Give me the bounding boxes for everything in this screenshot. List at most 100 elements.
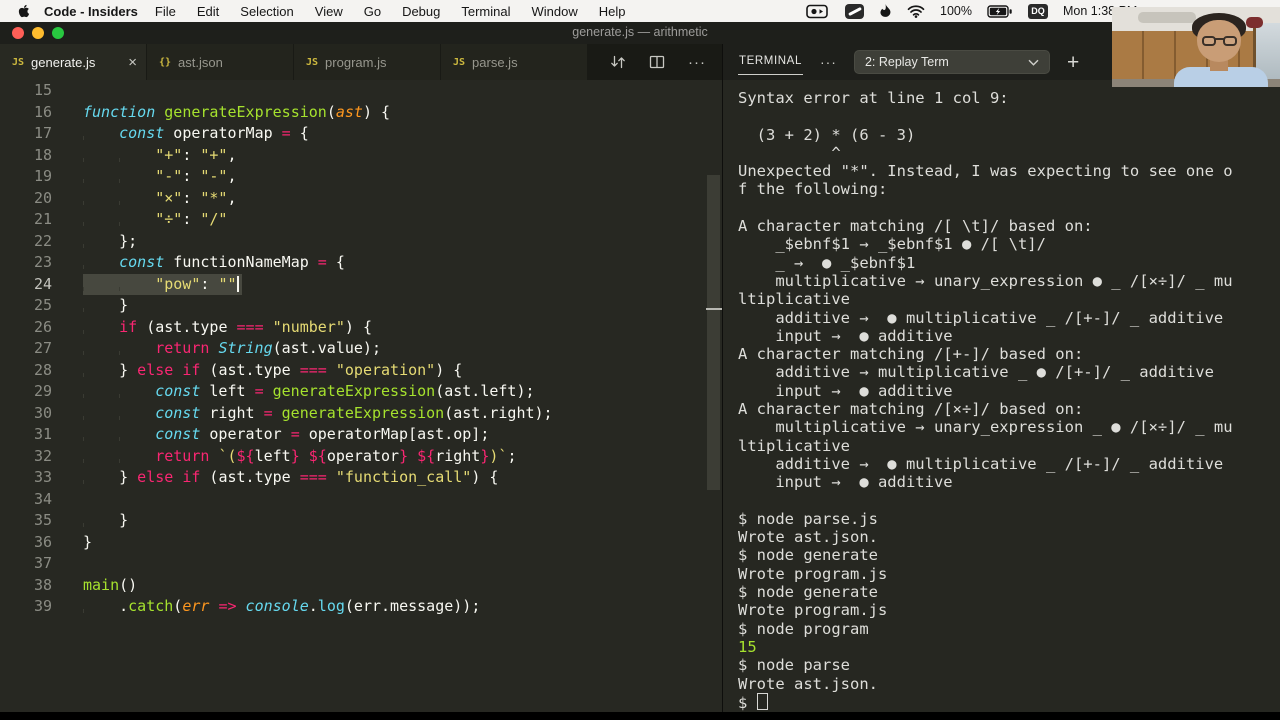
terminal-instance-dropdown[interactable]: 2: Replay Term — [854, 50, 1050, 74]
menu-item-go[interactable]: Go — [364, 4, 381, 19]
menu-item-help[interactable]: Help — [599, 4, 626, 19]
code-line-content: } else if (ast.type === "operation") { — [83, 360, 462, 382]
gutter-line-number[interactable]: 31 — [0, 424, 52, 446]
code-line-content: if (ast.type === "number") { — [83, 317, 372, 339]
code-line[interactable]: 25} — [0, 295, 706, 317]
terminal-panel-tab[interactable]: TERMINAL — [738, 50, 803, 75]
gutter-line-number[interactable]: 17 — [0, 123, 52, 145]
code-line[interactable]: 35} — [0, 510, 706, 532]
gutter-line-number[interactable]: 16 — [0, 102, 52, 124]
gutter-line-number[interactable]: 38 — [0, 575, 52, 597]
code-editor[interactable]: 1516function generateExpression(ast) {17… — [0, 80, 706, 712]
code-line[interactable]: 32return `(${left} ${operator} ${right})… — [0, 446, 706, 468]
gutter-line-number[interactable]: 20 — [0, 188, 52, 210]
gutter-line-number[interactable]: 24 — [0, 274, 52, 296]
terminal-line: additive → multiplicative _ ● /[+-]/ _ a… — [738, 363, 1280, 381]
dq-menu-badge[interactable]: DQ — [1028, 4, 1048, 19]
code-line[interactable]: 28 } else if (ast.type === "operation") { — [0, 360, 706, 382]
menu-item-edit[interactable]: Edit — [197, 4, 219, 19]
terminal-line: multiplicative → unary_expression ● _ /[… — [738, 272, 1280, 290]
tab-generate.js[interactable]: JSgenerate.js× — [0, 44, 146, 80]
gutter-line-number[interactable]: 34 — [0, 489, 52, 511]
menu-item-debug[interactable]: Debug — [402, 4, 440, 19]
gutter-line-number[interactable]: 15 — [0, 80, 52, 102]
terminal-more-actions-icon[interactable]: ··· — [820, 54, 837, 70]
editor-scrollbar[interactable] — [706, 80, 722, 712]
open-changes-icon[interactable] — [610, 54, 626, 70]
gutter-line-number[interactable]: 18 — [0, 145, 52, 167]
gutter-line-number[interactable]: 30 — [0, 403, 52, 425]
code-line[interactable]: 34 — [0, 489, 706, 511]
code-line-content: } — [83, 295, 128, 317]
battery-charging-icon[interactable] — [987, 5, 1013, 18]
gutter-line-number[interactable]: 39 — [0, 596, 52, 618]
more-actions-icon[interactable]: ··· — [688, 54, 706, 71]
app-menu-title[interactable]: Code - Insiders — [44, 4, 138, 19]
menu-item-window[interactable]: Window — [532, 4, 578, 19]
code-line[interactable]: 31const operator = operatorMap[ast.op]; — [0, 424, 706, 446]
code-line[interactable]: 19"-": "-", — [0, 166, 706, 188]
menu-item-terminal[interactable]: Terminal — [461, 4, 510, 19]
terminal-line: A character matching /[ \t]/ based on: — [738, 217, 1280, 235]
menu-item-view[interactable]: View — [315, 4, 343, 19]
gutter-line-number[interactable]: 33 — [0, 467, 52, 489]
code-line[interactable]: 24"pow": "" — [0, 274, 706, 296]
apple-menu-icon[interactable] — [18, 4, 30, 18]
code-line[interactable]: 37 — [0, 553, 706, 575]
scrollbar-thumb[interactable] — [707, 175, 720, 490]
gutter-line-number[interactable]: 22 — [0, 231, 52, 253]
menu-item-selection[interactable]: Selection — [240, 4, 293, 19]
code-line[interactable]: 15 — [0, 80, 706, 102]
code-line[interactable]: 21"÷": "/" — [0, 209, 706, 231]
menu-item-file[interactable]: File — [155, 4, 176, 19]
webcam-shelf-decor — [1246, 17, 1263, 28]
gutter-line-number[interactable]: 21 — [0, 209, 52, 231]
tab-program.js[interactable]: JSprogram.js — [294, 44, 440, 80]
code-line-content: .catch(err => console.log(err.message)); — [83, 596, 480, 618]
close-tab-icon[interactable]: × — [128, 55, 137, 70]
tab-ast.json[interactable]: {}ast.json — [147, 44, 293, 80]
gutter-line-number[interactable]: 35 — [0, 510, 52, 532]
new-terminal-icon[interactable]: + — [1067, 52, 1079, 73]
gutter-line-number[interactable]: 23 — [0, 252, 52, 274]
js-file-icon: JS — [306, 57, 318, 68]
tab-parse.js[interactable]: JSparse.js — [441, 44, 587, 80]
code-line[interactable]: 38main() — [0, 575, 706, 597]
tab-label: parse.js — [472, 55, 578, 70]
gutter-line-number[interactable]: 32 — [0, 446, 52, 468]
gutter-line-number[interactable]: 36 — [0, 532, 52, 554]
split-editor-icon[interactable] — [649, 54, 665, 70]
screen-recording-icon[interactable] — [806, 4, 830, 19]
gutter-line-number[interactable]: 27 — [0, 338, 52, 360]
gutter-line-number[interactable]: 37 — [0, 553, 52, 575]
code-line[interactable]: 29 const left = generateExpression(ast.le… — [0, 381, 706, 403]
code-line[interactable]: 26 if (ast.type === "number") { — [0, 317, 706, 339]
gutter-line-number[interactable]: 26 — [0, 317, 52, 339]
flame-icon[interactable] — [879, 3, 892, 19]
code-line[interactable]: 22}; — [0, 231, 706, 253]
terminal-line: ltiplicative — [738, 437, 1280, 455]
code-line[interactable]: 39 .catch(err => console.log(err.message)… — [0, 596, 706, 618]
code-line[interactable]: 27return String(ast.value); — [0, 338, 706, 360]
code-line-content: const left = generateExpression(ast.left… — [83, 381, 535, 403]
pen-app-icon[interactable] — [845, 4, 864, 19]
terminal-line: A character matching /[+-]/ based on: — [738, 345, 1280, 363]
gutter-line-number[interactable]: 19 — [0, 166, 52, 188]
terminal-output[interactable]: Syntax error at line 1 col 9: (3 + 2) * … — [722, 80, 1280, 712]
code-line[interactable]: 16function generateExpression(ast) { — [0, 102, 706, 124]
code-line[interactable]: 20"×": "*", — [0, 188, 706, 210]
code-line[interactable]: 36} — [0, 532, 706, 554]
terminal-line: ^ — [738, 144, 1280, 162]
code-line[interactable]: 17const operatorMap = { — [0, 123, 706, 145]
code-line[interactable]: 23const functionNameMap = { — [0, 252, 706, 274]
terminal-line: $ node program — [738, 620, 1280, 638]
code-line[interactable]: 30const right = generateExpression(ast.r… — [0, 403, 706, 425]
letterbox-bar — [0, 712, 1280, 720]
code-line[interactable]: 33} else if (ast.type === "function_call… — [0, 467, 706, 489]
gutter-line-number[interactable]: 25 — [0, 295, 52, 317]
gutter-line-number[interactable]: 29 — [0, 381, 52, 403]
wifi-icon[interactable] — [907, 4, 925, 18]
gutter-line-number[interactable]: 28 — [0, 360, 52, 382]
code-line[interactable]: 18"+": "+", — [0, 145, 706, 167]
js-file-icon: JS — [12, 57, 24, 68]
